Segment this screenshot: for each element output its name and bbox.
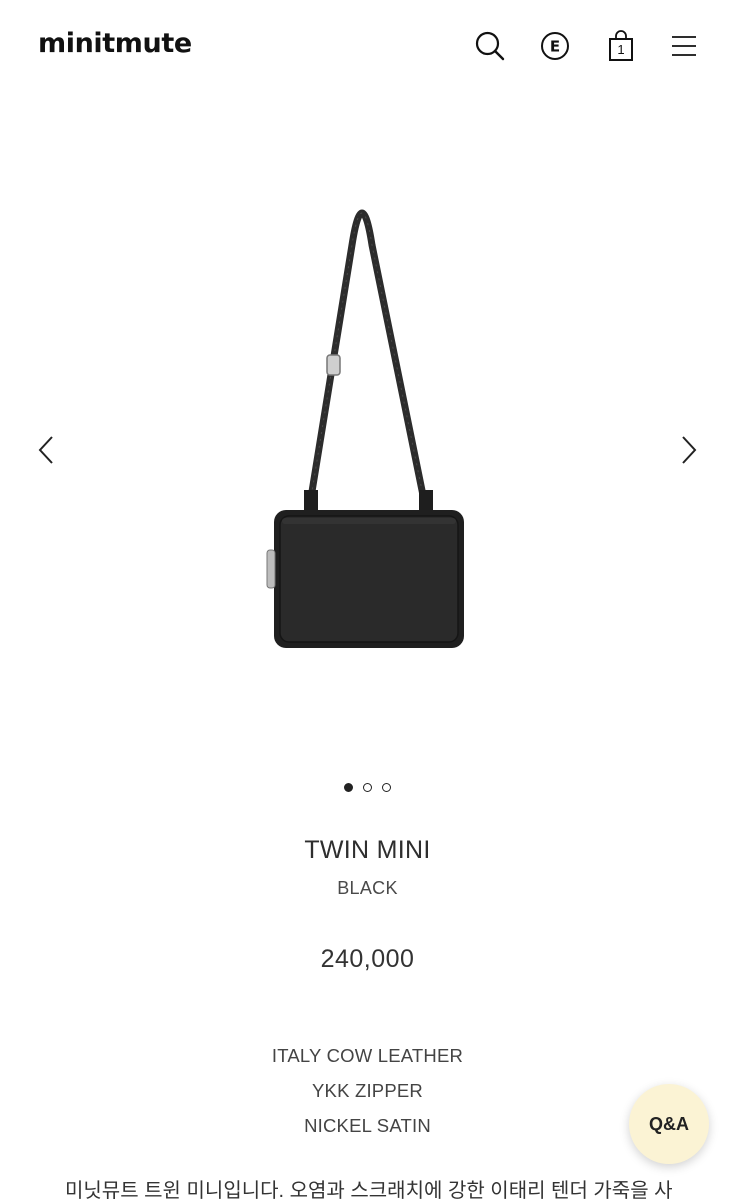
next-slide-arrow-icon[interactable]: [674, 430, 704, 470]
product-name: TWIN MINI: [304, 836, 431, 864]
prev-slide-arrow-icon[interactable]: [31, 430, 61, 470]
header: minitmute E 1: [0, 0, 735, 95]
qa-button[interactable]: Q&A: [629, 1084, 709, 1164]
product-description: 미닛뮤트 트윈 미니입니다. 오염과 스크래치에 강한 이태리 텐더 가죽을 사: [65, 1180, 673, 1202]
feature-item: ITALY COW LEATHER: [271, 1045, 464, 1066]
slide-pagination: [0, 783, 735, 792]
cart-count: 1: [617, 42, 625, 57]
svg-text:E: E: [550, 38, 560, 56]
product-gallery[interactable]: [0, 95, 735, 775]
feature-item: YKK ZIPPER: [312, 1080, 423, 1101]
product-price: 240,000: [320, 945, 415, 973]
slide-dot-1[interactable]: [344, 783, 353, 792]
brand-logo[interactable]: minitmute: [38, 28, 192, 59]
search-icon[interactable]: [473, 28, 507, 64]
product-features: ITALY COW LEATHER YKK ZIPPER NICKEL SATI…: [0, 1038, 735, 1143]
slide-dot-3[interactable]: [382, 783, 391, 792]
product-image: [266, 209, 464, 648]
menu-icon[interactable]: [667, 28, 701, 64]
cart-icon[interactable]: 1: [604, 28, 638, 64]
e-circle-icon[interactable]: E: [538, 28, 572, 64]
feature-item: NICKEL SATIN: [304, 1115, 431, 1136]
product-color: BLACK: [337, 878, 398, 898]
slide-dot-2[interactable]: [363, 783, 372, 792]
